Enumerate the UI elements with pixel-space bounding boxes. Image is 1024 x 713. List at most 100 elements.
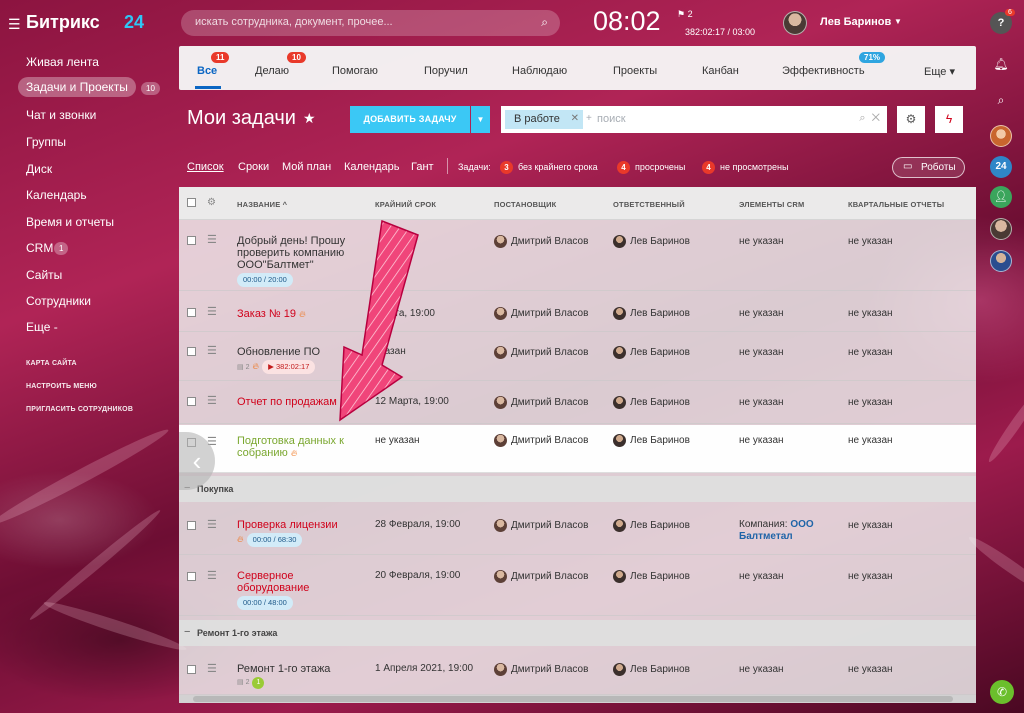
add-task-button[interactable]: ДОБАВИТЬ ЗАДАЧУ [350,106,470,133]
tab-doing[interactable]: Делаю [255,65,289,77]
chevron-down-icon[interactable]: ▼ [894,17,902,26]
search-icon-rail[interactable]: ⌕ [990,89,1012,111]
logo-suffix[interactable]: 24 [124,12,144,33]
column-crm[interactable]: ЭЛЕМЕНТЫ CRM [739,200,804,209]
configure-menu-link[interactable]: НАСТРОИТЬ МЕНЮ [26,383,97,390]
task-title[interactable]: Подготовка данных к собранию 🔥︎ [237,435,349,459]
responsible[interactable]: Лев Баринов [630,236,690,247]
select-all-checkbox[interactable] [187,198,196,207]
creator[interactable]: Дмитрий Власов [511,236,588,247]
tab-helping[interactable]: Помогаю [332,65,378,77]
view-deadlines[interactable]: Сроки [238,161,269,173]
creator[interactable]: Дмитрий Власов [511,664,588,675]
table-row[interactable]: ☰ Добрый день! Прошу проверить компанию … [179,221,976,291]
row-checkbox[interactable] [187,347,196,356]
drag-handle-icon[interactable]: ☰ [207,569,217,582]
filter-search-input[interactable]: В работе ✕ + поиск ⌕ ✕ [501,106,887,133]
responsible[interactable]: Лев Баринов [630,664,690,675]
responsible[interactable]: Лев Баринов [630,397,690,408]
sitemap-link[interactable]: КАРТА САЙТА [26,360,77,367]
tab-all[interactable]: Все [197,65,217,77]
row-checkbox[interactable] [187,572,196,581]
search-input[interactable]: искать сотрудника, документ, прочее... ⌕ [181,10,560,36]
tab-assigned[interactable]: Поручил [424,65,468,77]
task-title[interactable]: Ремонт 1-го этажа ▤ 21 [237,663,349,689]
contact-avatar[interactable] [990,218,1012,240]
column-name[interactable]: НАЗВАНИЕ ^ [237,200,287,209]
responsible[interactable]: Лев Баринов [630,435,690,446]
tab-kanban[interactable]: Канбан [702,65,739,77]
row-checkbox[interactable] [187,521,196,530]
time-pill[interactable]: 00:00 / 20:00 [237,273,293,287]
time-pill[interactable]: ▶ 382:02:17 [262,360,316,374]
table-row[interactable]: ☰ Заказ № 19 🔥︎ Марта, 19:00 Дмитрий Вла… [179,292,976,332]
creator[interactable]: Дмитрий Власов [511,520,588,531]
task-title[interactable]: Серверное оборудование 00:00 / 48:00 [237,570,327,610]
drag-handle-icon[interactable]: ☰ [207,233,217,246]
nav-item-time[interactable]: Время и отчеты [26,215,114,229]
clock[interactable]: 08:02 [593,6,661,37]
user-name[interactable]: Лев Баринов [820,16,891,28]
column-reports[interactable]: КВАРТАЛЬНЫЕ ОТЧЕТЫ [848,200,944,209]
contact-avatar[interactable] [990,125,1012,147]
bitrix24-icon[interactable]: 24 [990,156,1012,178]
task-title[interactable]: Проверка лицензии 🔥︎ 00:00 / 68:30 [237,519,349,547]
tab-watching[interactable]: Наблюдаю [512,65,567,77]
row-checkbox[interactable] [187,665,196,674]
collapse-icon[interactable]: − [184,626,190,638]
menu-icon[interactable]: ☰ [8,16,21,33]
deadline[interactable]: 28 Февраля, 19:00 [375,519,460,530]
drag-handle-icon[interactable]: ☰ [207,518,217,531]
column-creator[interactable]: ПОСТАНОВЩИК [494,200,556,209]
column-deadline[interactable]: КРАЙНИЙ СРОК [375,200,436,209]
deadline[interactable]: 20 Февраля, 19:00 [375,570,460,581]
tab-efficiency[interactable]: Эффективность [782,65,865,77]
nav-item-chat[interactable]: Чат и звонки [26,108,96,122]
search-icon[interactable]: ⌕ [541,15,548,30]
group-row[interactable]: − Ремонт 1-го этажа [179,620,976,646]
nav-item-groups[interactable]: Группы [26,135,66,149]
drag-handle-icon[interactable]: ☰ [207,662,217,675]
tab-more[interactable]: Еще ▾ [924,65,955,78]
time-pill[interactable]: 00:00 / 68:30 [246,533,303,547]
row-checkbox[interactable] [187,308,196,317]
user-contact-icon[interactable]: 👤︎ [990,186,1012,208]
gear-icon[interactable]: ⚙ [207,197,216,208]
table-row[interactable]: ☰ Подготовка данных к собранию 🔥︎ не ука… [179,425,976,473]
scrollbar-thumb[interactable] [193,696,953,702]
responsible[interactable]: Лев Баринов [630,308,690,319]
table-row[interactable]: ☰ Обновление ПО ▤ 2 🔥︎ ▶ 382:02:17 указан… [179,333,976,381]
nav-item-more[interactable]: Еще - [26,320,58,334]
nav-item-sites[interactable]: Сайты [26,268,62,282]
nav-item-calendar[interactable]: Календарь [26,188,87,202]
table-row[interactable]: ☰ Ремонт 1-го этажа ▤ 21 1 Апреля 2021, … [179,649,976,695]
drag-handle-icon[interactable]: ☰ [207,394,217,407]
nav-item-tasks[interactable]: Задачи и Проекты [18,77,136,97]
nav-item-feed[interactable]: Живая лента [26,55,99,69]
contact-avatar[interactable] [990,250,1012,272]
logo[interactable]: Битрикс [26,12,100,33]
view-list[interactable]: Список [187,161,224,173]
invite-link[interactable]: ПРИГЛАСИТЬ СОТРУДНИКОВ [26,406,133,413]
close-icon[interactable]: ✕ [571,113,579,124]
counter-not-viewed[interactable]: не просмотрены [720,162,788,172]
nav-item-disk[interactable]: Диск [26,162,52,176]
table-row[interactable]: ☰ Серверное оборудование 00:00 / 48:00 2… [179,556,976,616]
nav-item-crm[interactable]: CRM [26,241,53,255]
table-row[interactable]: ☰ Проверка лицензии 🔥︎ 00:00 / 68:30 28 … [179,505,976,555]
counter-no-deadline[interactable]: без крайнего срока [518,162,598,172]
time-pill[interactable]: 00:00 / 48:00 [237,596,293,610]
drag-handle-icon[interactable]: ☰ [207,344,217,357]
phone-icon[interactable]: ✆ [990,680,1014,704]
creator[interactable]: Дмитрий Власов [511,397,588,408]
horizontal-scrollbar[interactable] [179,695,976,703]
view-my-plan[interactable]: Мой план [282,161,331,173]
bell-icon[interactable]: 🔔︎ [990,53,1012,75]
creator[interactable]: Дмитрий Власов [511,435,588,446]
group-row[interactable]: − Покупка [179,476,976,502]
search-clear-icons[interactable]: ⌕ ✕ [859,112,880,125]
column-responsible[interactable]: ОТВЕТСТВЕННЫЙ [613,200,685,209]
robots-button[interactable]: ▭ Роботы [892,157,965,178]
user-avatar[interactable] [783,11,807,35]
filter-chip[interactable]: В работе ✕ [505,110,583,129]
